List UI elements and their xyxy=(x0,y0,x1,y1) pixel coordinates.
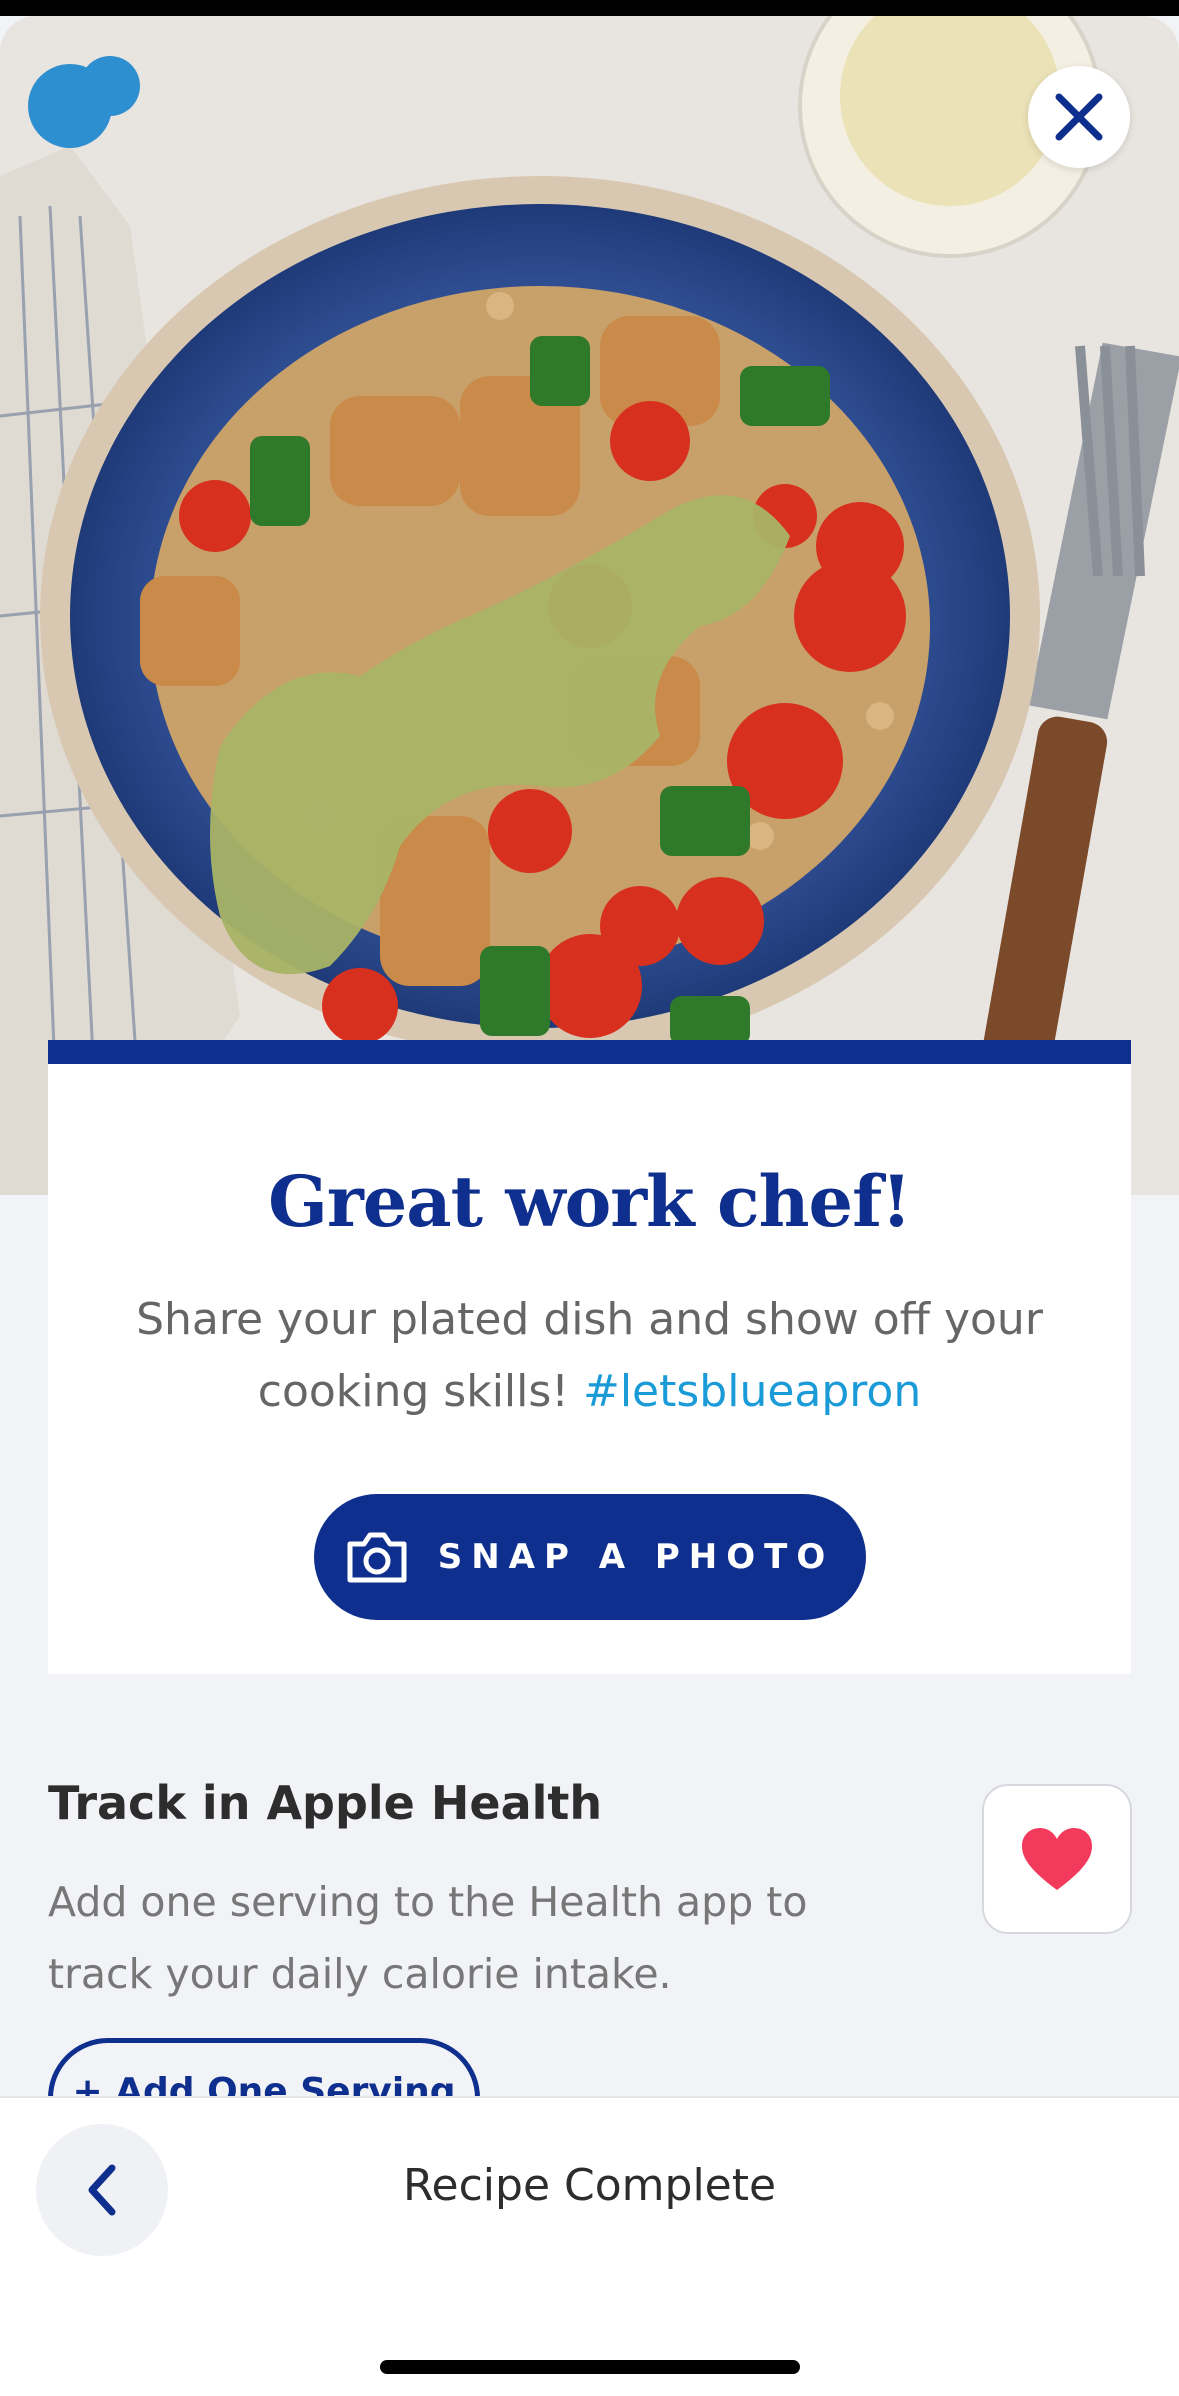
apple-health-badge xyxy=(982,1784,1132,1934)
recipe-complete-sheet: Great work chef! Share your plated dish … xyxy=(0,16,1179,2396)
home-indicator[interactable] xyxy=(380,2360,800,2374)
hashtag-link[interactable]: #letsblueapron xyxy=(583,1366,921,1417)
share-prompt: Share your plated dish and show off your… xyxy=(108,1284,1071,1428)
card-accent-bar xyxy=(48,1040,1131,1064)
congrats-headline: Great work chef! xyxy=(268,1160,912,1243)
health-description: Add one serving to the Health app to tra… xyxy=(48,1878,808,1998)
close-button[interactable] xyxy=(1028,66,1130,168)
page-title: Recipe Complete xyxy=(402,2160,777,2211)
status-bar-strip xyxy=(0,0,1179,16)
snap-photo-button[interactable]: SNAP A PHOTO xyxy=(314,1494,866,1620)
snap-photo-label: SNAP A PHOTO xyxy=(437,1537,835,1577)
close-icon xyxy=(1055,93,1103,141)
share-card: Great work chef! Share your plated dish … xyxy=(48,1040,1131,1674)
bottom-bar: Recipe Complete xyxy=(0,2096,1179,2396)
dish-photo xyxy=(0,16,1179,1195)
heart-icon xyxy=(1022,1828,1092,1890)
health-section-title: Track in Apple Health xyxy=(48,1776,603,1830)
camera-icon xyxy=(347,1532,407,1583)
